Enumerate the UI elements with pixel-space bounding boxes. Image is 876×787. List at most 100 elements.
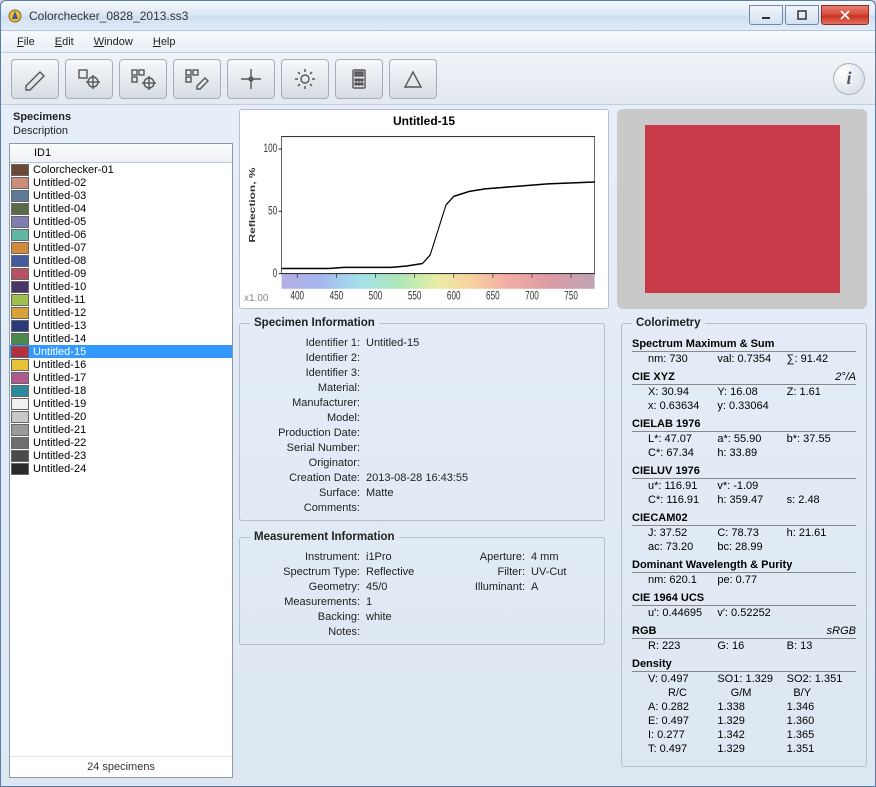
edit-grid-button[interactable]: [173, 59, 221, 99]
comments-value: [366, 502, 594, 514]
density-col-RC: R/C: [668, 687, 731, 699]
edit-tool-button[interactable]: [11, 59, 59, 99]
list-item-label: Untitled-12: [33, 307, 86, 319]
measurements-value: 1: [366, 596, 429, 608]
rgb-R: R: 223: [648, 640, 717, 652]
list-item[interactable]: Untitled-09: [10, 267, 232, 280]
list-item-label: Untitled-08: [33, 255, 86, 267]
list-item[interactable]: Untitled-02: [10, 176, 232, 189]
list-item[interactable]: Untitled-24: [10, 462, 232, 475]
ucs-header: CIE 1964 UCS: [632, 592, 704, 604]
menu-help[interactable]: Help: [145, 34, 184, 50]
list-item[interactable]: Untitled-03: [10, 189, 232, 202]
svg-text:750: 750: [564, 290, 578, 303]
brightness-button[interactable]: [281, 59, 329, 99]
id1-label: Identifier 1:: [250, 337, 360, 349]
minimize-button[interactable]: [749, 5, 783, 25]
target-grid-button[interactable]: [119, 59, 167, 99]
specmax-header: Spectrum Maximum & Sum: [632, 338, 774, 350]
cieluv-v: v*: -1.09: [717, 480, 786, 492]
list-item-swatch: [11, 411, 29, 423]
delta-button[interactable]: [389, 59, 437, 99]
measurements-label: Measurements:: [250, 596, 360, 608]
list-item[interactable]: Untitled-12: [10, 306, 232, 319]
notes-label: Notes:: [250, 626, 360, 638]
ciexyz-observer: 2°/A: [835, 371, 856, 383]
manufacturer-value: [366, 397, 594, 409]
manufacturer-label: Manufacturer:: [250, 397, 360, 409]
illuminant-value: A: [531, 581, 594, 593]
cieluv-C: C*: 116.91: [648, 494, 717, 506]
ciexyz-Z: Z: 1.61: [787, 386, 856, 398]
list-item[interactable]: Untitled-16: [10, 358, 232, 371]
list-item-swatch: [11, 229, 29, 241]
list-item[interactable]: Untitled-11: [10, 293, 232, 306]
model-label: Model:: [250, 412, 360, 424]
list-item[interactable]: Untitled-17: [10, 371, 232, 384]
crosshair-button[interactable]: [227, 59, 275, 99]
menu-file[interactable]: File: [9, 34, 43, 50]
list-item-label: Colorchecker-01: [33, 164, 114, 176]
list-item-swatch: [11, 203, 29, 215]
list-item-label: Untitled-07: [33, 242, 86, 254]
list-item-swatch: [11, 437, 29, 449]
list-item-swatch: [11, 255, 29, 267]
list-item[interactable]: Untitled-19: [10, 397, 232, 410]
list-item[interactable]: Untitled-21: [10, 423, 232, 436]
list-item-swatch: [11, 242, 29, 254]
rgb-G: G: 16: [717, 640, 786, 652]
list-item-swatch: [11, 398, 29, 410]
list-item-label: Untitled-02: [33, 177, 86, 189]
list-item[interactable]: Untitled-04: [10, 202, 232, 215]
info-button[interactable]: i: [833, 63, 865, 95]
list-footer: 24 specimens: [10, 756, 232, 777]
list-item-label: Untitled-21: [33, 424, 86, 436]
toolbar: i: [1, 53, 875, 105]
menu-edit[interactable]: Edit: [47, 34, 82, 50]
list-item-swatch: [11, 281, 29, 293]
proddate-label: Production Date:: [250, 427, 360, 439]
list-item[interactable]: Untitled-22: [10, 436, 232, 449]
list-item[interactable]: Untitled-15: [10, 345, 232, 358]
list-item-label: Untitled-09: [33, 268, 86, 280]
aperture-value: 4 mm: [531, 551, 594, 563]
list-item-swatch: [11, 463, 29, 475]
list-item[interactable]: Untitled-13: [10, 319, 232, 332]
close-button[interactable]: [821, 5, 869, 25]
list-item[interactable]: Untitled-08: [10, 254, 232, 267]
serial-label: Serial Number:: [250, 442, 360, 454]
list-item[interactable]: Untitled-05: [10, 215, 232, 228]
list-column-header[interactable]: ID1: [10, 144, 232, 163]
list-item[interactable]: Colorchecker-01: [10, 163, 232, 176]
dom-pe: pe: 0.77: [717, 574, 786, 586]
list-item[interactable]: Untitled-07: [10, 241, 232, 254]
menubar: File Edit Window Help: [1, 31, 875, 53]
list-item[interactable]: Untitled-20: [10, 410, 232, 423]
list-item[interactable]: Untitled-14: [10, 332, 232, 345]
list-item-label: Untitled-03: [33, 190, 86, 202]
density-A: A: 0.282: [648, 701, 717, 713]
target-single-button[interactable]: [65, 59, 113, 99]
calculator-button[interactable]: [335, 59, 383, 99]
list-item[interactable]: Untitled-23: [10, 449, 232, 462]
measurement-info-legend: Measurement Information: [250, 531, 399, 543]
creation-value: 2013-08-28 16:43:55: [366, 472, 594, 484]
id2-value: [366, 352, 594, 364]
list-item[interactable]: Untitled-10: [10, 280, 232, 293]
list-item[interactable]: Untitled-18: [10, 384, 232, 397]
originator-value: [366, 457, 594, 469]
list-item-swatch: [11, 372, 29, 384]
list-item-swatch: [11, 424, 29, 436]
surface-value: Matte: [366, 487, 594, 499]
list-item[interactable]: Untitled-06: [10, 228, 232, 241]
svg-text:50: 50: [268, 205, 277, 218]
id3-label: Identifier 3:: [250, 367, 360, 379]
density-header: Density: [632, 658, 672, 670]
maximize-button[interactable]: [785, 5, 819, 25]
list-item-swatch: [11, 333, 29, 345]
svg-text:450: 450: [330, 290, 344, 303]
list-item-label: Untitled-18: [33, 385, 86, 397]
svg-text:400: 400: [290, 290, 304, 303]
menu-window[interactable]: Window: [86, 34, 141, 50]
instrument-label: Instrument:: [250, 551, 360, 563]
